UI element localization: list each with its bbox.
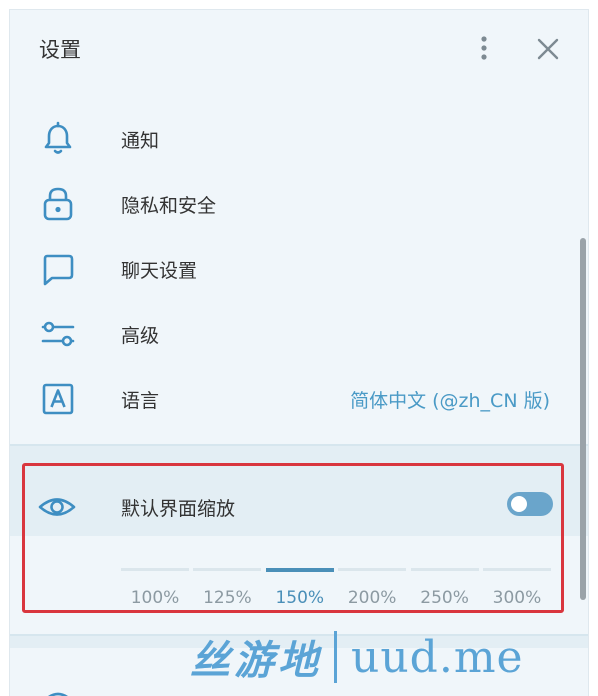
- scale-option-bar: [410, 568, 479, 571]
- scale-option-bar: [193, 568, 262, 571]
- page-title: 设置: [39, 38, 81, 62]
- scale-option-label: 150%: [275, 588, 325, 608]
- scale-option[interactable]: 125%: [193, 568, 262, 618]
- interface-scale-section: 默认界面缩放 100% 125% 150% 200% 250% 300%: [10, 476, 588, 636]
- language-icon: [42, 383, 74, 415]
- menu-item-label: 语言: [121, 390, 160, 412]
- watermark-en-text: uud.me: [351, 631, 524, 683]
- scale-option[interactable]: 100%: [121, 568, 189, 618]
- scale-option-bar: [265, 567, 334, 572]
- interface-scale-toggle[interactable]: [507, 492, 553, 516]
- watermark-separator: [334, 631, 337, 683]
- menu-item-notifications[interactable]: 通知: [10, 108, 588, 170]
- menu-item-language[interactable]: 语言 简体中文 (@zh_CN 版): [10, 368, 588, 430]
- scrollbar-thumb[interactable]: [580, 238, 586, 600]
- menu-item-advanced[interactable]: 高级: [10, 303, 588, 365]
- chat-bubble-icon: [43, 254, 74, 286]
- menu-item-chat-settings[interactable]: 聊天设置: [10, 238, 588, 300]
- bell-icon: [44, 121, 72, 154]
- menu-item-label: 高级: [121, 325, 160, 347]
- eye-icon: [38, 498, 76, 516]
- scale-option[interactable]: 150%: [265, 567, 334, 618]
- interface-scale-row[interactable]: 默认界面缩放: [10, 476, 588, 536]
- menu-item-label: 隐私和安全: [121, 195, 217, 217]
- scale-option-label: 250%: [420, 588, 469, 608]
- watermark: 丝游地 uud.me: [190, 626, 590, 688]
- language-value: 简体中文 (@zh_CN 版): [350, 390, 550, 412]
- sliders-icon: [41, 321, 75, 347]
- scale-option[interactable]: 300%: [482, 568, 551, 618]
- settings-panel: 设置 通知 隐私和安全 聊天设置 高级 语言 简体中文 (@zh_CN 版) 默…: [10, 10, 588, 696]
- scale-options: 100% 125% 150% 200% 250% 300%: [121, 567, 551, 618]
- scale-option-label: 300%: [492, 588, 542, 608]
- partial-icon: [48, 692, 68, 696]
- watermark-cn-text: 丝游地: [190, 637, 322, 684]
- scale-option-bar: [121, 568, 189, 571]
- lock-icon: [43, 187, 73, 221]
- scale-option[interactable]: 200%: [338, 568, 407, 618]
- scale-option-bar: [482, 568, 551, 571]
- menu-item-label: 通知: [121, 130, 160, 152]
- scale-option-label: 125%: [203, 588, 252, 608]
- scale-option[interactable]: 250%: [410, 568, 479, 618]
- toggle-knob: [509, 494, 529, 514]
- menu-item-label: 聊天设置: [121, 260, 198, 282]
- scale-option-bar: [338, 568, 407, 571]
- interface-scale-label: 默认界面缩放: [121, 498, 236, 520]
- close-icon[interactable]: [534, 35, 562, 63]
- scale-option-label: 100%: [130, 588, 180, 608]
- section-divider: [10, 444, 588, 476]
- scale-option-label: 200%: [347, 588, 397, 608]
- more-vertical-icon[interactable]: [472, 34, 496, 62]
- menu-item-privacy[interactable]: 隐私和安全: [10, 173, 588, 235]
- settings-header: 设置: [10, 10, 588, 86]
